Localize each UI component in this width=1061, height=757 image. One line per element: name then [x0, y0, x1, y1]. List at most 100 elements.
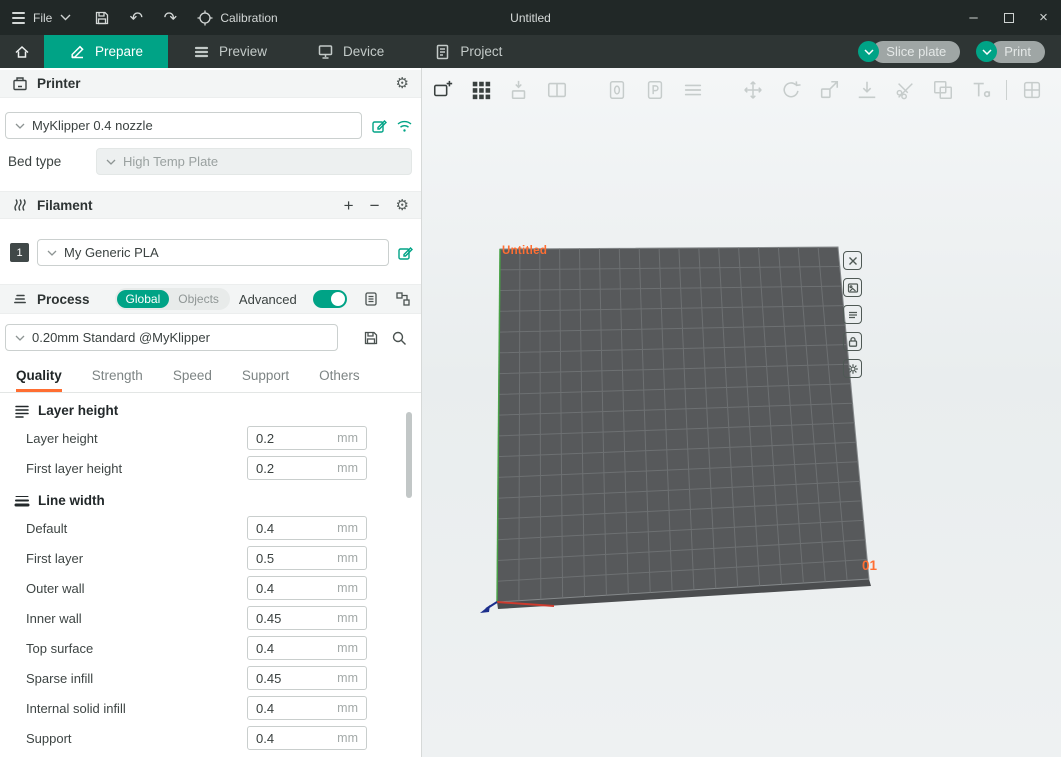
main-tabbar: Prepare Preview Device	[0, 35, 1061, 68]
arrange-all-icon[interactable]	[468, 77, 494, 103]
plate-image-icon[interactable]	[843, 278, 862, 297]
add-filament-button[interactable]: +	[344, 197, 354, 214]
close-button[interactable]: ×	[1026, 0, 1061, 35]
param-value-input[interactable]	[248, 611, 320, 626]
delete-plate-icon[interactable]	[843, 251, 862, 270]
param-value-input[interactable]	[248, 551, 320, 566]
file-menu-button[interactable]: File	[0, 0, 58, 35]
sidebar-scrollbar[interactable]	[406, 412, 412, 498]
param-input[interactable]: mm	[247, 606, 367, 630]
printer-settings-gear-icon[interactable]: ⚙	[396, 76, 409, 91]
param-value-input[interactable]	[248, 461, 320, 476]
print-button[interactable]: Print	[976, 41, 1045, 63]
assembly-view-icon[interactable]	[1019, 77, 1045, 103]
slice-plate-label[interactable]: Slice plate	[872, 41, 960, 63]
redo-button[interactable]: ↷	[153, 0, 187, 35]
param-input[interactable]: mm	[247, 546, 367, 570]
mesh-boolean-icon[interactable]	[930, 77, 956, 103]
tab-speed[interactable]: Speed	[173, 368, 212, 392]
rotate-icon[interactable]	[778, 77, 804, 103]
variable-layer-icon[interactable]	[680, 77, 706, 103]
filament-preset-select[interactable]: My Generic PLA	[37, 239, 389, 266]
wifi-connection-icon[interactable]	[396, 119, 413, 133]
param-label: First layer	[26, 551, 83, 566]
maximize-button[interactable]	[991, 0, 1026, 35]
tab-quality[interactable]: Quality	[16, 368, 62, 392]
tab-support[interactable]: Support	[242, 368, 289, 392]
filament-section-title: Filament	[37, 198, 93, 213]
add-plate-icon[interactable]	[430, 77, 456, 103]
calibration-icon	[197, 10, 213, 26]
param-value-input[interactable]	[248, 581, 320, 596]
param-input[interactable]: mm	[247, 696, 367, 720]
tab-preview[interactable]: Preview	[168, 35, 292, 68]
param-input[interactable]: mm	[247, 516, 367, 540]
param-row: Top surface mm	[0, 633, 421, 663]
plate-number-label: 01	[862, 558, 877, 573]
scale-icon[interactable]	[816, 77, 842, 103]
param-row: Layer height mm	[0, 423, 421, 453]
tab-others[interactable]: Others	[319, 368, 360, 392]
bed-type-value: High Temp Plate	[123, 154, 218, 169]
bed-type-select[interactable]: High Temp Plate	[96, 148, 412, 175]
options-list-icon[interactable]	[363, 291, 379, 307]
custom-gcode-icon[interactable]	[642, 77, 668, 103]
compare-presets-icon[interactable]	[395, 291, 411, 307]
cut-icon[interactable]	[892, 77, 918, 103]
param-value-input[interactable]	[248, 731, 320, 746]
build-plate[interactable]	[422, 68, 1061, 757]
filament-icon	[12, 197, 28, 213]
scope-objects[interactable]: Objects	[169, 292, 228, 306]
param-input[interactable]: mm	[247, 576, 367, 600]
param-value-input[interactable]	[248, 671, 320, 686]
chevron-down-icon	[15, 335, 25, 341]
param-input[interactable]: mm	[247, 666, 367, 690]
param-value-input[interactable]	[248, 641, 320, 656]
process-scope-toggle[interactable]: Global Objects	[115, 288, 230, 310]
undo-button[interactable]: ↶	[119, 0, 153, 35]
printer-preset-select[interactable]: MyKlipper 0.4 nozzle	[5, 112, 362, 139]
filament-slot-badge[interactable]: 1	[10, 243, 29, 262]
plate-settings-gear-icon[interactable]	[843, 359, 862, 378]
pause-height-icon[interactable]	[604, 77, 630, 103]
tab-prepare[interactable]: Prepare	[44, 35, 168, 68]
app-window: File ↶ ↷ Calibration Untitled – ×	[0, 0, 1061, 757]
param-input[interactable]: mm	[247, 456, 367, 480]
calibration-button[interactable]: Calibration	[197, 10, 277, 26]
tab-strength[interactable]: Strength	[92, 368, 143, 392]
lock-plate-icon[interactable]	[843, 332, 862, 351]
param-value-input[interactable]	[248, 431, 320, 446]
param-input[interactable]: mm	[247, 426, 367, 450]
print-label[interactable]: Print	[990, 41, 1045, 63]
viewport-3d[interactable]: Untitled 01	[422, 68, 1061, 757]
home-button[interactable]	[0, 35, 44, 68]
text-shape-icon[interactable]	[968, 77, 994, 103]
param-value-input[interactable]	[248, 521, 320, 536]
tab-device[interactable]: Device	[292, 35, 409, 68]
advanced-toggle[interactable]	[313, 290, 347, 308]
auto-orient-icon[interactable]	[506, 77, 532, 103]
tab-project[interactable]: Project	[409, 35, 527, 68]
move-icon[interactable]	[740, 77, 766, 103]
plate-name-icon[interactable]	[843, 305, 862, 324]
slice-plate-button[interactable]: Slice plate	[858, 41, 960, 63]
save-preset-icon[interactable]	[363, 330, 379, 346]
param-input[interactable]: mm	[247, 636, 367, 660]
filament-settings-gear-icon[interactable]: ⚙	[396, 198, 409, 213]
lay-flat-icon[interactable]	[854, 77, 880, 103]
file-menu-chevron-icon[interactable]	[60, 14, 71, 21]
search-params-icon[interactable]	[391, 330, 407, 346]
edit-printer-icon[interactable]	[371, 118, 387, 134]
scope-global[interactable]: Global	[117, 290, 170, 308]
edit-filament-icon[interactable]	[397, 245, 413, 261]
param-input[interactable]: mm	[247, 726, 367, 750]
remove-filament-button[interactable]: −	[370, 197, 380, 214]
save-button[interactable]	[85, 0, 119, 35]
bed-type-label: Bed type	[8, 154, 96, 169]
param-value-input[interactable]	[248, 701, 320, 716]
split-window-icon[interactable]	[544, 77, 570, 103]
printer-section-header: Printer ⚙	[0, 70, 421, 98]
line-width-icon	[14, 494, 30, 508]
process-preset-select[interactable]: 0.20mm Standard @MyKlipper	[5, 324, 338, 351]
minimize-button[interactable]: –	[956, 0, 991, 35]
